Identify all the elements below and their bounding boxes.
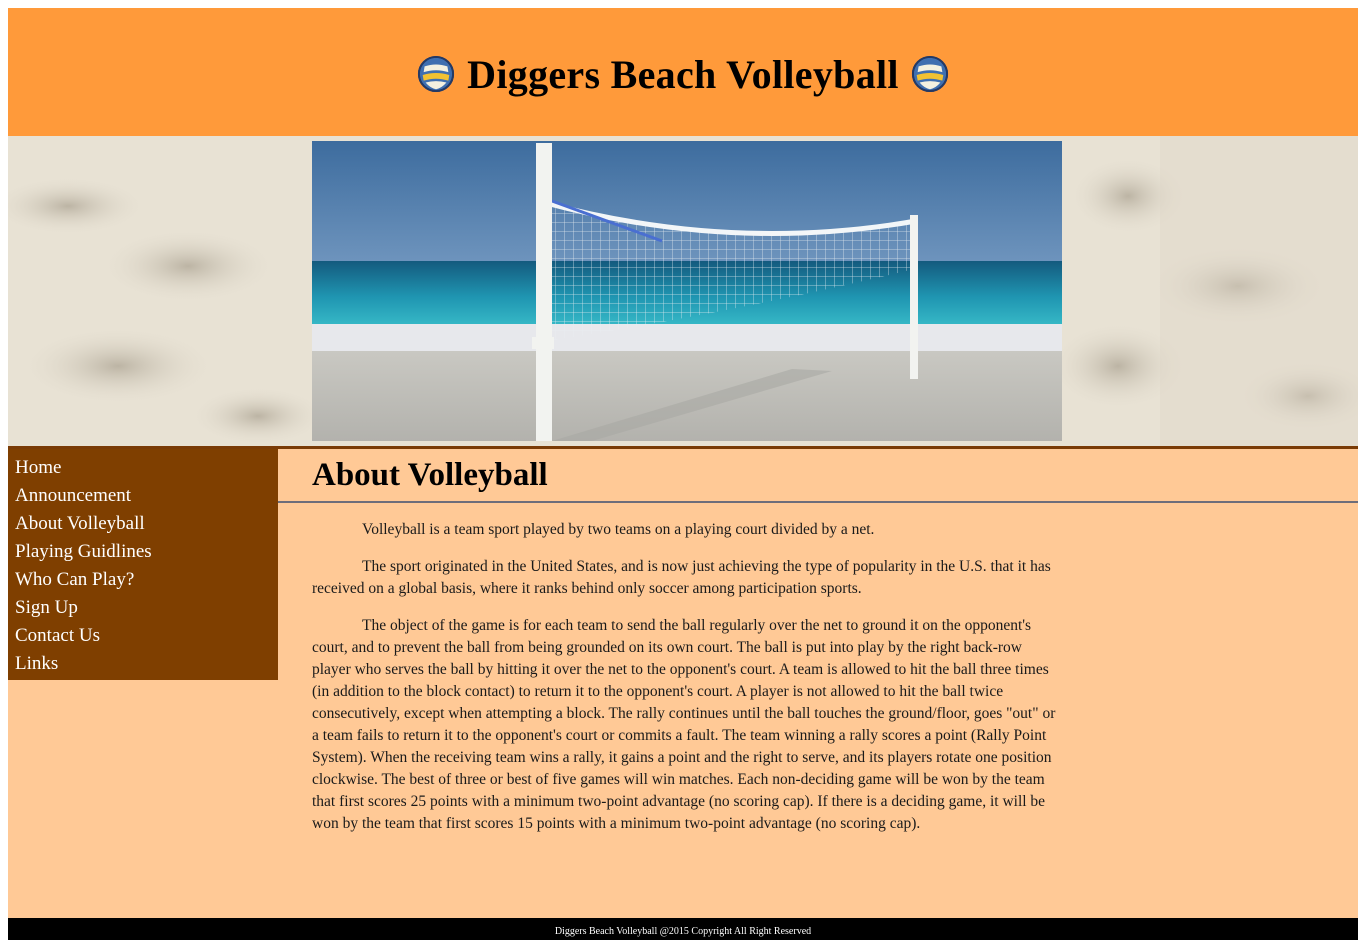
sidebar-item-announcement[interactable]: Announcement <box>8 482 278 510</box>
main-area: Home Announcement About Volleyball Playi… <box>8 449 1358 918</box>
site-footer: Diggers Beach Volleyball @2015 Copyright… <box>8 918 1358 940</box>
beach-volleyball-net-photo <box>312 141 1062 441</box>
paragraph: The object of the game is for each team … <box>312 617 1056 832</box>
sidebar-item-home[interactable]: Home <box>8 454 278 482</box>
sidebar-item-contact-us[interactable]: Contact Us <box>8 622 278 650</box>
page: Diggers Beach Volleyball Home Announceme… <box>8 8 1358 940</box>
volleyball-icon <box>418 55 455 93</box>
sidebar-item-who-can-play[interactable]: Who Can Play? <box>8 566 278 594</box>
sidebar-item-playing-guidlines[interactable]: Playing Guidlines <box>8 538 278 566</box>
page-title: About Volleyball <box>312 457 548 493</box>
sidebar-item-links[interactable]: Links <box>8 650 278 678</box>
banner <box>8 136 1358 446</box>
title-divider <box>278 501 1358 503</box>
article-body: Volleyball is a team sport played by two… <box>312 519 1058 850</box>
paragraph: The sport originated in the United State… <box>312 558 1051 597</box>
site-header: Diggers Beach Volleyball <box>8 8 1358 136</box>
header-title-row: Diggers Beach Volleyball <box>8 46 1358 102</box>
paragraph: Volleyball is a team sport played by two… <box>362 521 875 538</box>
site-title: Diggers Beach Volleyball <box>467 51 899 97</box>
sidebar-item-about-volleyball[interactable]: About Volleyball <box>8 510 278 538</box>
sidebar-nav: Home Announcement About Volleyball Playi… <box>8 449 278 680</box>
sidebar-item-sign-up[interactable]: Sign Up <box>8 594 278 622</box>
volleyball-icon <box>911 55 948 93</box>
